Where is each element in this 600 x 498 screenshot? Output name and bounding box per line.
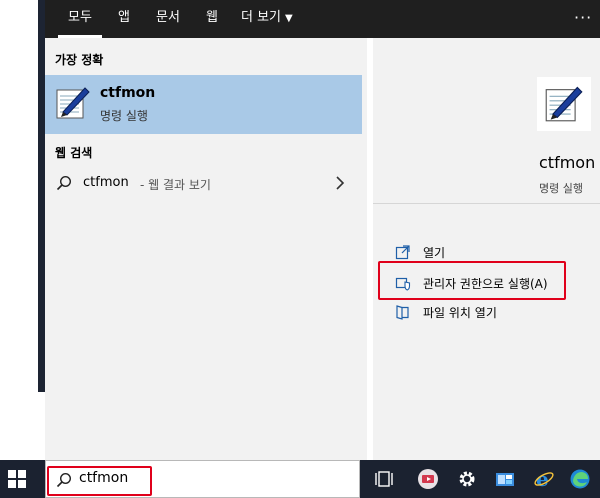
best-match-subtitle: 명령 실행 (100, 109, 148, 123)
tab-more-label: 더 보기 (241, 10, 282, 25)
desktop-edge (38, 0, 45, 392)
web-search-heading: 웹 검색 (55, 146, 93, 160)
web-search-term: ctfmon (83, 175, 129, 190)
media-app-icon[interactable] (417, 468, 439, 490)
tab-web[interactable]: 웹 (206, 0, 218, 38)
tab-apps[interactable]: 앱 (118, 0, 130, 38)
admin-highlight-box (378, 261, 566, 300)
best-match-heading: 가장 정확 (55, 53, 104, 67)
open-action-label: 열기 (423, 246, 446, 260)
folder-location-icon (396, 305, 409, 320)
tab-documents[interactable]: 문서 (156, 0, 180, 38)
chevron-down-icon: ▼ (285, 13, 293, 24)
detail-icon-frame (537, 77, 591, 131)
run-command-icon (545, 86, 583, 122)
detail-panel-top (367, 38, 600, 56)
store-icon[interactable] (494, 468, 516, 490)
search-scope-bar: 모두 앱 문서 웹 더 보기 ▼ ··· (45, 0, 600, 38)
search-icon (56, 175, 72, 191)
chevron-right-icon[interactable] (335, 175, 345, 191)
web-search-item[interactable]: ctfmon - 웹 결과 보기 (45, 168, 362, 198)
best-match-name: ctfmon (100, 85, 156, 101)
open-file-location-label: 파일 위치 열기 (423, 306, 497, 320)
tab-all[interactable]: 모두 (58, 0, 102, 38)
internet-explorer-icon[interactable]: e (533, 468, 555, 490)
web-search-suffix: - 웹 결과 보기 (140, 178, 211, 192)
run-command-icon (56, 87, 90, 119)
detail-name: ctfmon (539, 153, 596, 172)
detail-panel: ctfmon 명령 실행 열기 관리자 권한으로 실행(A) 파일 위치 열기 (373, 56, 600, 460)
detail-subtitle: 명령 실행 (539, 182, 583, 195)
ellipsis-icon[interactable]: ··· (574, 0, 592, 38)
task-view-icon[interactable] (373, 468, 395, 490)
search-highlight-box (47, 466, 152, 496)
edge-icon[interactable] (569, 468, 591, 490)
best-match-item[interactable]: ctfmon 명령 실행 (45, 75, 362, 134)
open-icon (395, 245, 410, 260)
windows-start-icon[interactable] (6, 468, 28, 490)
detail-divider (373, 203, 600, 204)
gear-icon[interactable] (456, 468, 478, 490)
desktop-background-lower (0, 392, 44, 460)
tab-more[interactable]: 더 보기 ▼ (241, 0, 293, 38)
results-panel: 가장 정확 ctfmon 명령 실행 웹 검색 ctfmon - 웹 결과 보기 (45, 38, 367, 460)
